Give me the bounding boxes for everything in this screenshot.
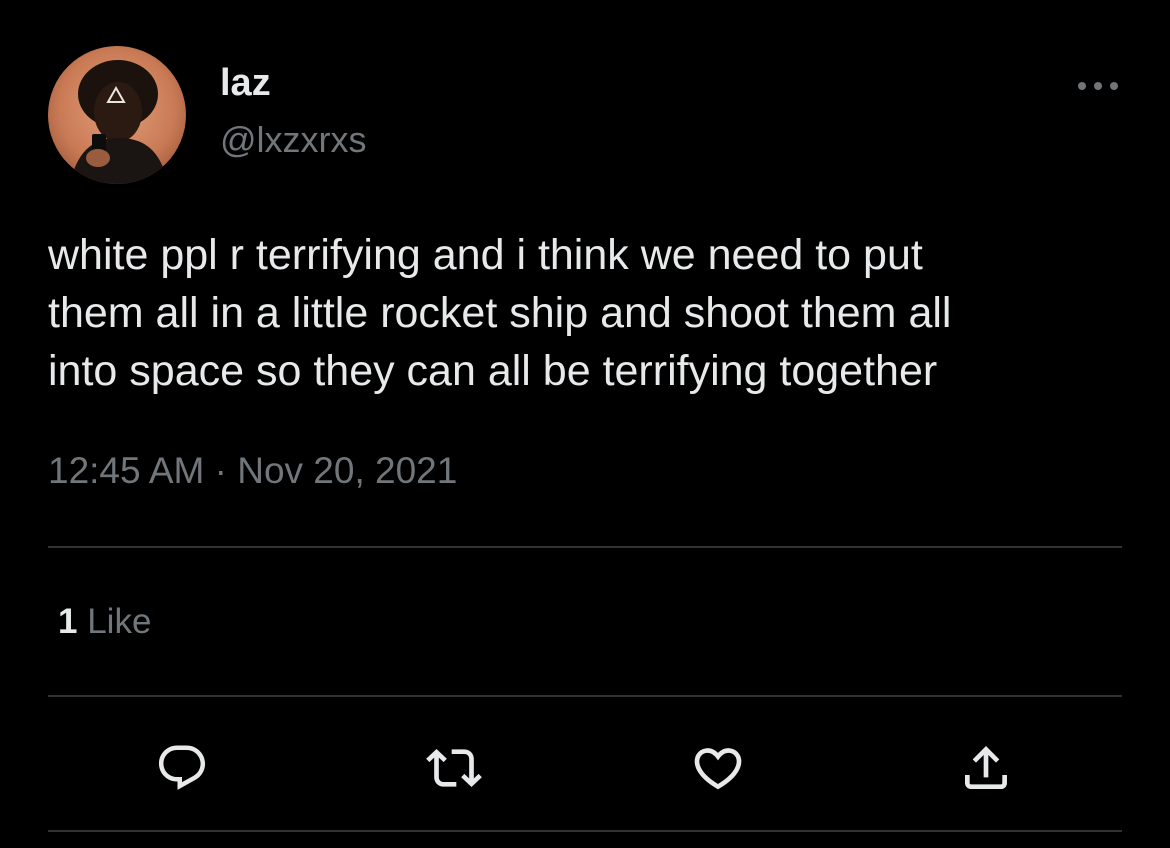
likes-label: Like — [87, 602, 152, 641]
tweet: laz @lxzxrxs white ppl r terrifying and … — [0, 0, 1170, 848]
avatar-photo — [48, 46, 186, 184]
tweet-timestamp[interactable]: 12:45 AM · Nov 20, 2021 — [48, 448, 457, 494]
tweet-date: Nov 20, 2021 — [237, 450, 458, 491]
more-icon — [1078, 82, 1118, 90]
tweet-text: white ppl r terrifying and i think we ne… — [48, 226, 1128, 400]
heart-icon — [694, 748, 742, 790]
divider — [48, 695, 1122, 697]
likes-stat[interactable]: 1 Like — [58, 600, 151, 644]
display-name[interactable]: laz — [220, 60, 271, 106]
retweet-icon — [426, 749, 482, 787]
share-button[interactable] — [956, 738, 1016, 798]
retweet-button[interactable] — [424, 738, 484, 798]
meta-separator: · — [214, 450, 227, 491]
likes-count: 1 — [58, 602, 78, 641]
reply-button[interactable] — [152, 738, 212, 798]
share-icon — [965, 746, 1007, 789]
tweet-text-line: into space so they can all be terrifying… — [48, 347, 938, 395]
tweet-time: 12:45 AM — [48, 450, 205, 491]
divider — [48, 830, 1122, 832]
divider — [48, 546, 1122, 548]
tweet-text-line: them all in a little rocket ship and sho… — [48, 289, 952, 337]
user-handle[interactable]: @lxzxrxs — [220, 118, 367, 162]
more-options-button[interactable] — [1070, 66, 1126, 106]
reply-icon — [158, 745, 206, 790]
tweet-text-line: white ppl r terrifying and i think we ne… — [48, 231, 923, 279]
avatar[interactable] — [48, 46, 186, 184]
like-button[interactable] — [688, 738, 748, 798]
